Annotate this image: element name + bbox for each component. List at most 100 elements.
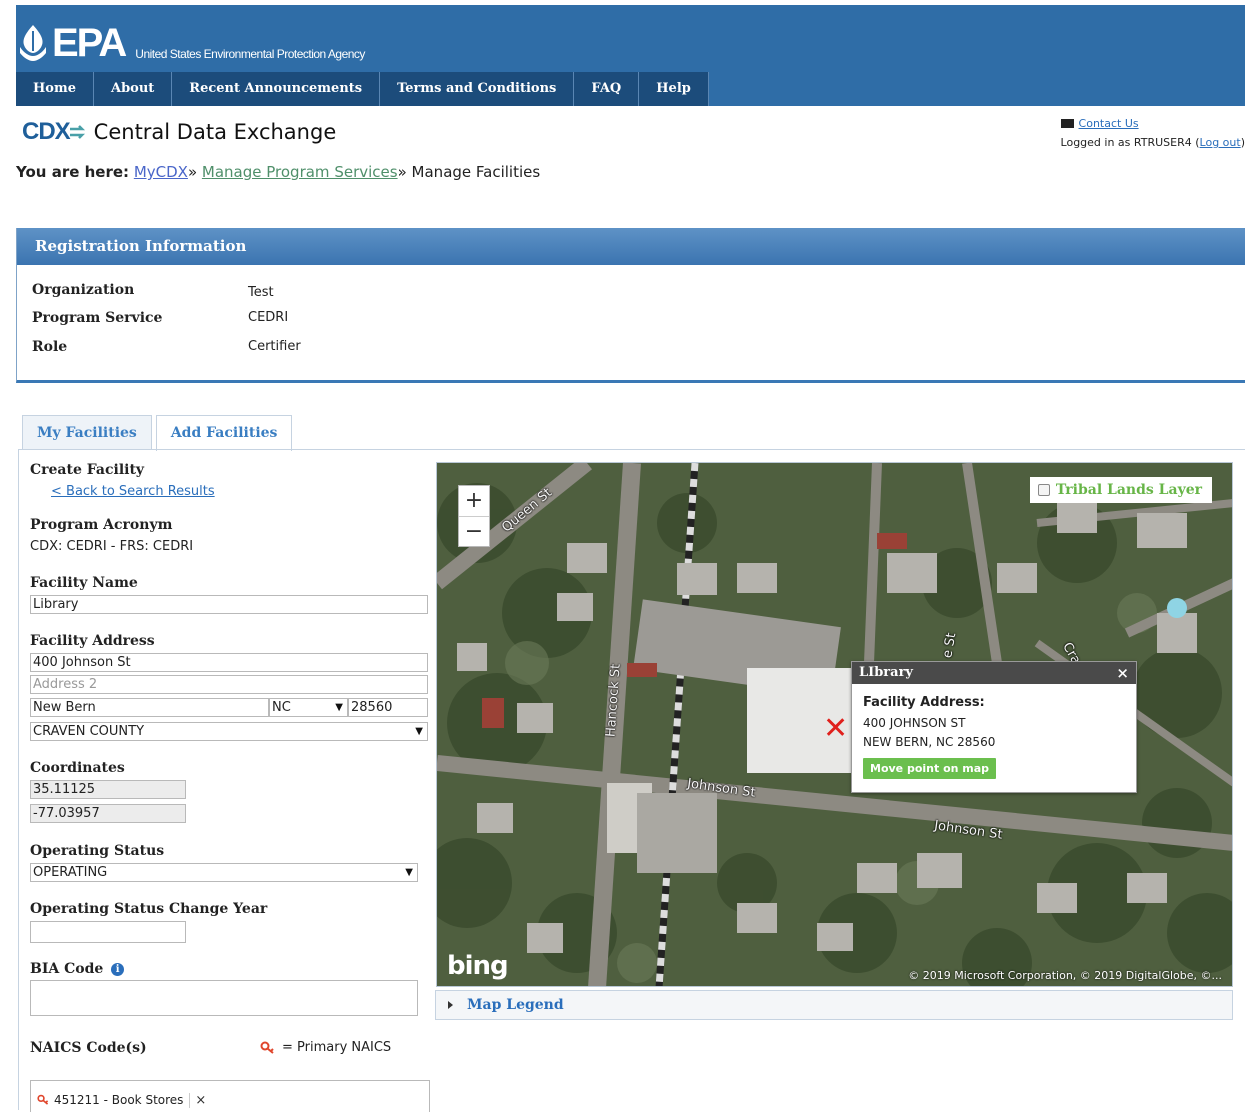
- breadcrumb-current: Manage Facilities: [411, 163, 541, 181]
- facility-name-label: Facility Name: [30, 575, 138, 591]
- naics-chip-text: 451211 - Book Stores: [54, 1093, 184, 1107]
- epa-wordmark: EPA: [52, 21, 127, 65]
- dropdown-arrow-icon: ▼: [415, 726, 423, 737]
- user-box: Contact Us Logged in as RTRUSER4 (Log ou…: [1060, 114, 1245, 152]
- facility-name-field[interactable]: Library: [30, 595, 428, 614]
- epa-flower-icon: [20, 25, 46, 61]
- app-title-bar: CDX Central Data Exchange: [22, 118, 336, 146]
- cdx-logo-text: CDX: [22, 118, 71, 145]
- remove-chip-icon[interactable]: ×: [189, 1092, 206, 1108]
- move-point-button[interactable]: Move point on map: [863, 758, 997, 779]
- operating-status-label: Operating Status: [30, 843, 165, 859]
- bing-logo: bing: [447, 951, 509, 981]
- row-value: CEDRI: [248, 310, 289, 325]
- agency-full-name: United States Environmental Protection A…: [135, 47, 365, 61]
- popup-address-line: NEW BERN, NC 28560: [863, 735, 996, 749]
- bia-code-label: BIA Code i: [30, 961, 125, 977]
- map-legend-label: Map Legend: [467, 997, 564, 1013]
- row-key: Organization: [32, 282, 135, 298]
- facility-tabs: My Facilities Add Facilities: [22, 415, 296, 451]
- back-to-search-link[interactable]: < Back to Search Results: [51, 484, 215, 499]
- zip-field[interactable]: 28560: [348, 698, 428, 717]
- breadcrumb: You are here: MyCDX» Manage Program Serv…: [16, 163, 540, 181]
- map-copyright: © 2019 Microsoft Corporation, © 2019 Dig…: [908, 969, 1222, 982]
- dropdown-arrow-icon: ▼: [405, 867, 413, 878]
- app-title: Central Data Exchange: [93, 120, 337, 144]
- program-acronym-label: Program Acronym: [30, 517, 173, 533]
- zoom-control: + −: [458, 485, 490, 547]
- naics-key: = Primary NAICS: [260, 1040, 391, 1055]
- naics-chip: 451211 - Book Stores ×: [37, 1089, 206, 1111]
- bia-code-label-text: BIA Code: [30, 961, 104, 977]
- contact-us-link[interactable]: Contact Us: [1079, 114, 1139, 133]
- program-acronym-value: CDX: CEDRI - FRS: CEDRI: [30, 539, 194, 554]
- zoom-out-button[interactable]: −: [459, 516, 489, 546]
- address-line1-field[interactable]: 400 Johnson St: [30, 653, 428, 672]
- primary-key-icon: [260, 1041, 274, 1054]
- tab-divider: [18, 449, 1245, 450]
- tab-my-facilities[interactable]: My Facilities: [22, 415, 152, 450]
- breadcrumb-mycdx[interactable]: MyCDX: [134, 163, 188, 181]
- nav-terms[interactable]: Terms and Conditions: [380, 72, 575, 106]
- state-value: NC: [272, 700, 291, 715]
- nav-help[interactable]: Help: [639, 72, 709, 106]
- main-nav: Home About Recent Announcements Terms an…: [16, 72, 709, 106]
- naics-label: NAICS Code(s): [30, 1040, 147, 1056]
- registration-header: Registration Information: [17, 228, 1245, 265]
- tab-add-facilities[interactable]: Add Facilities: [155, 415, 293, 451]
- tribal-lands-toggle[interactable]: Tribal Lands Layer: [1029, 477, 1212, 503]
- operating-status-value: OPERATING: [33, 865, 108, 880]
- breadcrumb-manage-program-services[interactable]: Manage Program Services: [202, 163, 398, 181]
- naics-key-text: = Primary NAICS: [282, 1040, 392, 1055]
- info-icon[interactable]: i: [111, 963, 125, 976]
- row-value: Certifier: [248, 339, 301, 354]
- epa-header: EPA United States Environmental Protecti…: [16, 5, 1245, 106]
- primary-key-icon: [37, 1094, 49, 1105]
- zoom-in-button[interactable]: +: [459, 486, 489, 516]
- popup-header: LIbrary ×: [852, 662, 1136, 684]
- nav-home[interactable]: Home: [16, 72, 94, 106]
- address-line2-field[interactable]: Address 2: [30, 675, 428, 694]
- bia-code-field[interactable]: [30, 980, 418, 1016]
- close-icon[interactable]: ×: [1116, 662, 1129, 684]
- facility-address-label: Facility Address: [30, 633, 155, 649]
- logged-in-text: Logged in as RTRUSER4: [1060, 136, 1192, 149]
- county-select[interactable]: CRAVEN COUNTY ▼: [30, 722, 428, 741]
- facility-marker-icon[interactable]: ✕: [823, 714, 848, 744]
- county-value: CRAVEN COUNTY: [33, 724, 145, 739]
- operating-status-select[interactable]: OPERATING ▼: [30, 863, 418, 882]
- row-key: Program Service: [32, 310, 163, 326]
- status-change-year-label: Operating Status Change Year: [30, 901, 268, 917]
- nav-recent-announcements[interactable]: Recent Announcements: [172, 72, 381, 106]
- envelope-icon: [1060, 119, 1074, 128]
- popup-address-label: Facility Address:: [863, 695, 985, 710]
- cdx-logo[interactable]: CDX: [22, 118, 86, 146]
- popup-address-line: 400 JOHNSON ST: [863, 716, 966, 730]
- naics-chip-box: 451211 - Book Stores ×: [30, 1080, 430, 1112]
- breadcrumb-separator: »: [397, 163, 407, 181]
- epa-logo[interactable]: EPA United States Environmental Protecti…: [16, 15, 365, 63]
- status-change-year-field[interactable]: [30, 921, 186, 943]
- facility-popup: LIbrary × Facility Address: 400 JOHNSON …: [851, 661, 1137, 793]
- tribal-lands-label: Tribal Lands Layer: [1055, 482, 1202, 498]
- tribal-lands-checkbox[interactable]: [1037, 484, 1050, 496]
- state-select[interactable]: NC ▼: [269, 698, 348, 717]
- nav-faq[interactable]: FAQ: [574, 72, 640, 106]
- facility-map[interactable]: Queen St Hancock St Johnson St Johnson S…: [436, 462, 1233, 987]
- dropdown-arrow-icon: ▼: [335, 702, 343, 713]
- nav-about[interactable]: About: [93, 72, 173, 106]
- popup-title: LIbrary: [859, 665, 913, 680]
- latitude-field[interactable]: 35.11125: [30, 780, 186, 799]
- cdx-arrows-icon: [69, 125, 85, 139]
- registration-panel: Registration Information Organization Te…: [16, 228, 1245, 383]
- row-value: Test: [248, 285, 274, 300]
- section-title: Create Facility: [30, 462, 145, 478]
- city-field[interactable]: New Bern: [30, 698, 269, 717]
- longitude-field[interactable]: -77.03957: [30, 804, 186, 823]
- map-legend-toggle[interactable]: Map Legend: [435, 990, 1233, 1020]
- logout-close-paren: ): [1240, 136, 1245, 149]
- coordinates-label: Coordinates: [30, 760, 125, 776]
- expand-arrow-icon: [448, 1001, 453, 1009]
- row-key: Role: [32, 339, 68, 355]
- logout-link[interactable]: Log out: [1200, 133, 1241, 152]
